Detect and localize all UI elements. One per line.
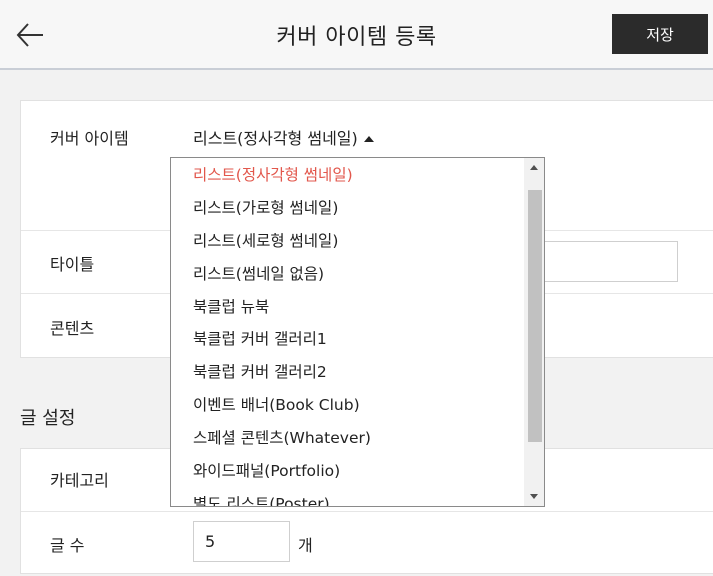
dropdown-option[interactable]: 북클럽 커버 갤러리1 [171,323,525,356]
title-input[interactable] [540,241,678,282]
post-count-input[interactable]: 5 [193,521,290,562]
dropdown-option[interactable]: 북클럽 커버 갤러리2 [171,356,525,389]
page-title: 커버 아이템 등록 [276,25,437,50]
cover-item-label: 커버 아이템 [50,129,129,148]
dropdown-option[interactable]: 북클럽 뉴북 [171,291,525,324]
dropdown-option[interactable]: 리스트(정사각형 썸네일) [171,159,525,192]
dropdown-scrollbar[interactable] [524,158,544,506]
dropdown-option[interactable]: 리스트(세로형 썸네일) [171,225,525,258]
dropdown-option[interactable]: 리스트(가로형 썸네일) [171,192,525,225]
cover-item-select[interactable]: 리스트(정사각형 썸네일) [193,125,374,149]
top-bar: 커버 아이템 등록 저장 [0,0,713,70]
save-button[interactable]: 저장 [612,14,708,54]
category-label: 카테고리 [50,471,109,490]
dropdown-option[interactable]: 리스트(썸네일 없음) [171,258,525,291]
scrollbar-thumb[interactable] [528,190,542,442]
post-settings-title: 글 설정 [20,408,76,429]
dropdown-option[interactable]: 스페셜 콘텐츠(Whatever) [171,422,525,455]
row-divider [21,511,713,512]
dropdown-option[interactable]: 와이드패널(Portfolio) [171,455,525,488]
scroll-up-arrow-icon[interactable] [524,158,544,178]
scroll-down-arrow-icon[interactable] [524,486,544,506]
title-label: 타이틀 [50,255,95,274]
caret-up-icon [363,136,374,142]
post-count-unit: 개 [298,536,313,555]
content-label: 콘텐츠 [50,319,95,338]
cover-item-dropdown[interactable]: 리스트(정사각형 썸네일) 리스트(가로형 썸네일) 리스트(세로형 썸네일) 리스트… [170,157,545,507]
dropdown-options: 리스트(정사각형 썸네일) 리스트(가로형 썸네일) 리스트(세로형 썸네일) 리스트… [171,158,525,506]
post-count-label: 글 수 [50,536,85,555]
dropdown-option[interactable]: 별도 리스트(Poster) [171,488,525,506]
dropdown-option[interactable]: 이벤트 배너(Book Club) [171,389,525,422]
cover-item-select-value: 리스트(정사각형 썸네일) [193,129,358,148]
